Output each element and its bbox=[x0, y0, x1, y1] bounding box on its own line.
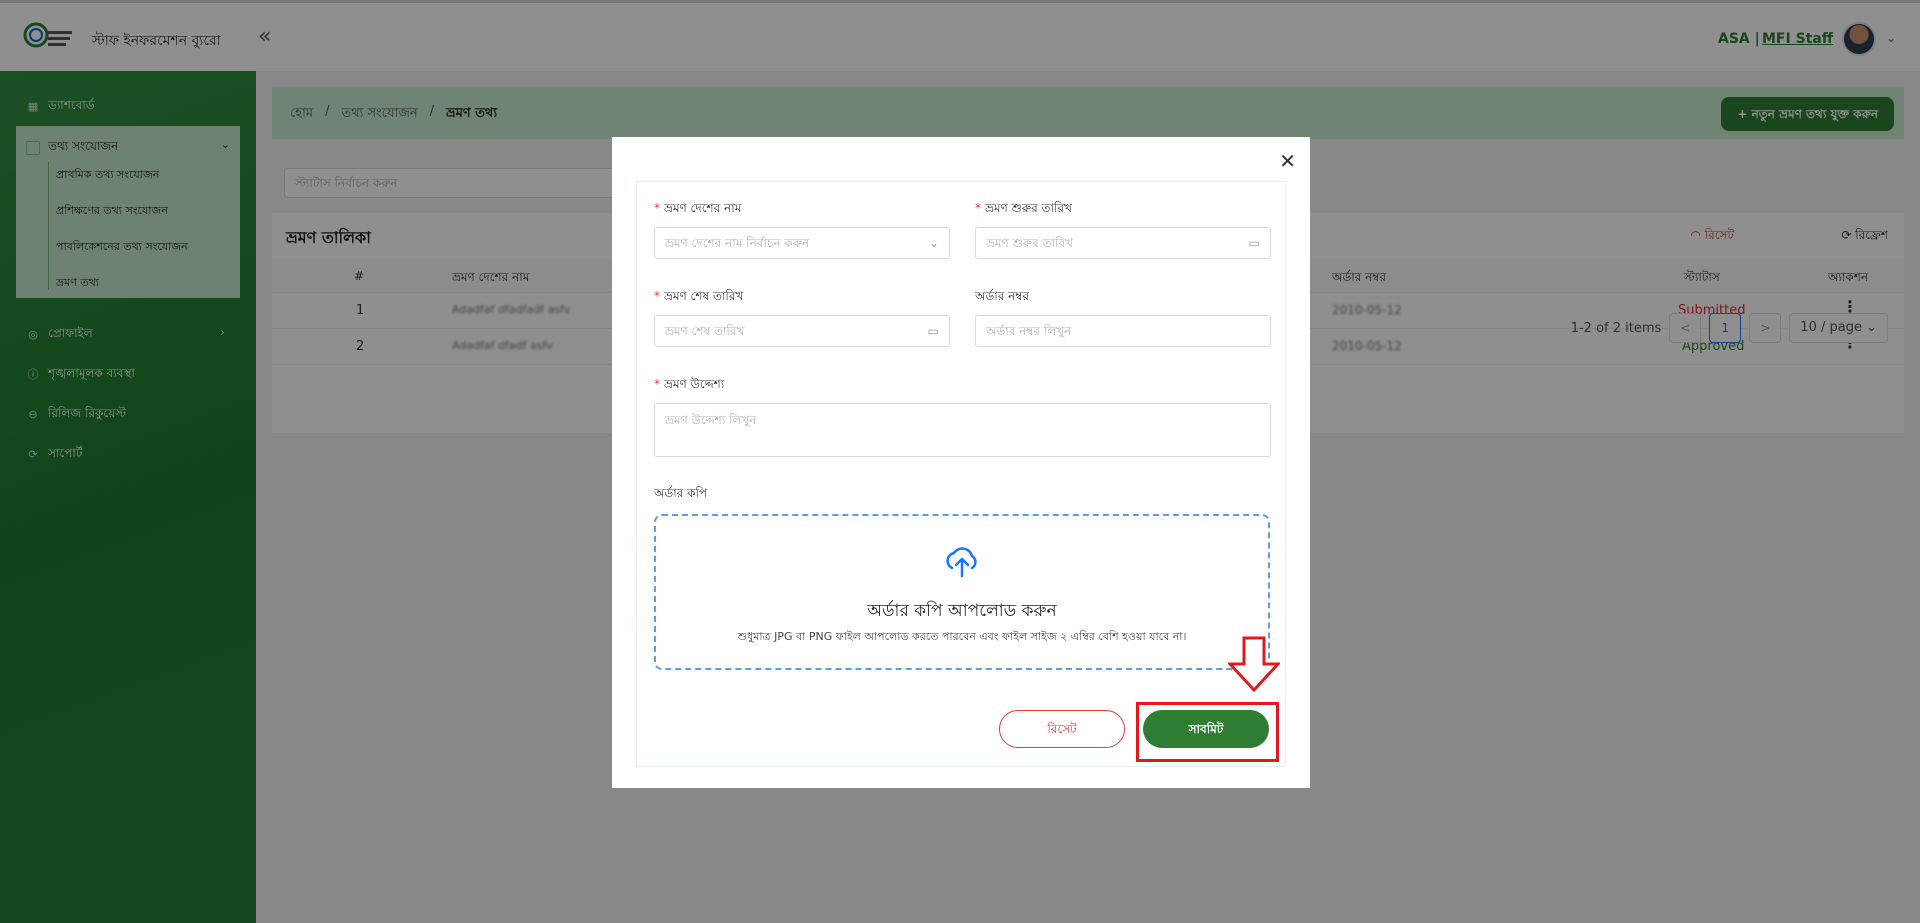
upload-title: অর্ডার কপি আপলোড করুন bbox=[867, 601, 1057, 621]
country-select[interactable]: ভ্রমণ দেশের নাম নির্বাচন করুন ⌄ bbox=[654, 227, 950, 259]
start-date-picker[interactable]: ভ্রমণ শুরুর তারিখ ▭ bbox=[975, 227, 1271, 259]
travel-form: * ভ্রমণ দেশের নাম ভ্রমণ দেশের নাম নির্বাচ… bbox=[636, 181, 1286, 767]
down-arrow-icon bbox=[1228, 636, 1280, 692]
country-label-text: ভ্রমণ দেশের নাম bbox=[664, 201, 742, 215]
order-copy-upload-zone[interactable]: অর্ডার কপি আপলোড করুন শুধুমাত্র JPG বা P… bbox=[654, 514, 1270, 670]
order-number-input[interactable]: অর্ডার নম্বর লিখুন bbox=[975, 315, 1271, 347]
start-date-placeholder: ভ্রমণ শুরুর তারিখ bbox=[986, 236, 1073, 250]
cloud-upload-icon bbox=[946, 547, 977, 578]
country-label: * ভ্রমণ দেশের নাম bbox=[654, 201, 742, 215]
purpose-label: * ভ্রমণ উদ্দেশ্য bbox=[654, 377, 725, 391]
calendar-icon: ▭ bbox=[1248, 236, 1260, 250]
upload-hint: শুধুমাত্র JPG বা PNG ফাইল আপলোড করতে পার… bbox=[737, 630, 1187, 643]
start-date-label: * ভ্রমণ শুরুর তারিখ bbox=[975, 201, 1072, 215]
order-number-label: অর্ডার নম্বর bbox=[975, 289, 1029, 303]
add-travel-modal: ✕ * ভ্রমণ দেশের নাম ভ্রমণ দেশের নাম নির্ব… bbox=[612, 137, 1310, 788]
country-select-placeholder: ভ্রমণ দেশের নাম নির্বাচন করুন bbox=[665, 236, 810, 250]
purpose-label-text: ভ্রমণ উদ্দেশ্য bbox=[664, 377, 725, 391]
end-date-label: * ভ্রমণ শেষ তারিখ bbox=[654, 289, 744, 303]
order-copy-label: অর্ডার কপি bbox=[654, 486, 708, 500]
form-reset-button[interactable]: রিসেট bbox=[999, 710, 1125, 748]
submit-highlight-annotation bbox=[1136, 702, 1279, 762]
end-date-label-text: ভ্রমণ শেষ তারিখ bbox=[664, 289, 744, 303]
close-icon[interactable]: ✕ bbox=[1279, 151, 1296, 171]
start-date-label-text: ভ্রমণ শুরুর তারিখ bbox=[985, 201, 1072, 215]
end-date-picker[interactable]: ভ্রমণ শেষ তারিখ ▭ bbox=[654, 315, 950, 347]
calendar-icon: ▭ bbox=[927, 324, 939, 338]
chevron-down-icon: ⌄ bbox=[928, 236, 939, 250]
purpose-textarea[interactable]: ভ্রমণ উদ্দেশ্য লিখুন bbox=[654, 403, 1271, 457]
end-date-placeholder: ভ্রমণ শেষ তারিখ bbox=[665, 324, 745, 338]
